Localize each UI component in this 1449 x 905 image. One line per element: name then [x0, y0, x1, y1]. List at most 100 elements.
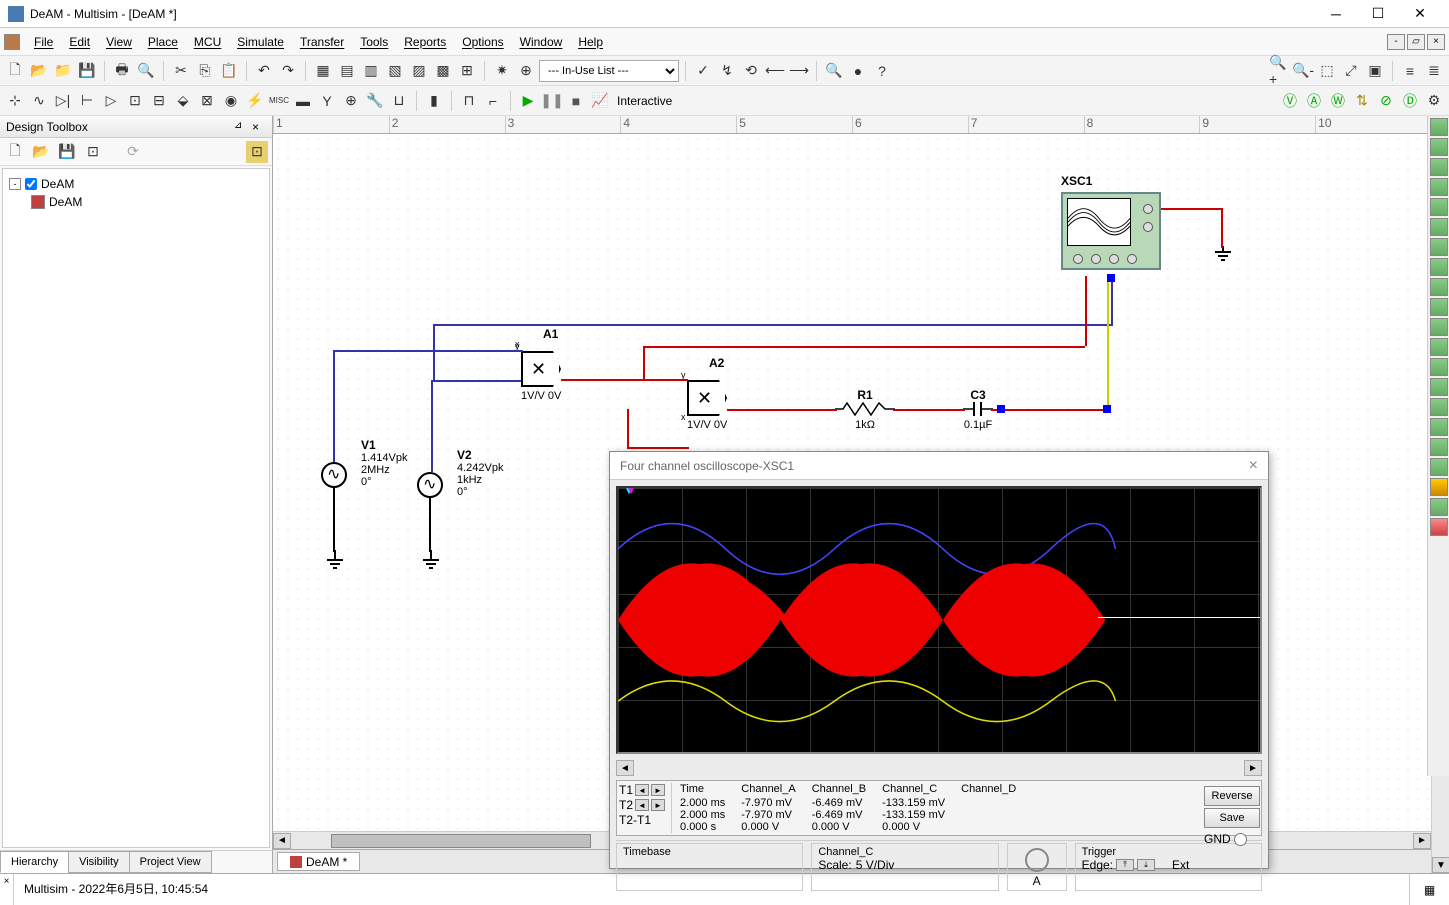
scope-screen[interactable]: ▼ ▼	[616, 486, 1262, 754]
log-nav-button[interactable]: ▦	[1409, 874, 1449, 905]
component-a1[interactable]: A1 y x 1V/V 0V	[521, 327, 561, 402]
menu-view[interactable]: View	[98, 31, 140, 53]
menu-help[interactable]: Help	[570, 31, 611, 53]
toggle-view3-button[interactable]: ▨	[408, 60, 430, 82]
menu-simulate[interactable]: Simulate	[229, 31, 292, 53]
toggle-breadboard-button[interactable]: ⊞	[456, 60, 478, 82]
instrument-agilent-scope-icon[interactable]	[1430, 438, 1448, 456]
list-b-button[interactable]: ≣	[1423, 60, 1445, 82]
instrument-4ch-scope-icon[interactable]	[1430, 198, 1448, 216]
component-r1[interactable]: R1 1kΩ	[835, 388, 895, 431]
run-simulation-button[interactable]: ▶	[517, 90, 539, 112]
tab-visibility[interactable]: Visibility	[68, 851, 130, 873]
toggle-view4-button[interactable]: ▩	[432, 60, 454, 82]
menu-transfer[interactable]: Transfer	[292, 31, 352, 53]
scope-close-button[interactable]: ×	[1249, 457, 1258, 475]
netlist-button[interactable]: ↯	[716, 60, 738, 82]
t1-left-button[interactable]: ◄	[635, 784, 649, 796]
tree-root-item[interactable]: - DeAM	[9, 175, 263, 193]
design-tree[interactable]: - DeAM DeAM	[2, 168, 270, 848]
scope-scroll-right-button[interactable]: ►	[1244, 760, 1262, 776]
component-c3[interactable]: C3 0.1µF	[963, 388, 993, 431]
instrument-network-icon[interactable]	[1430, 378, 1448, 396]
instrument-logic-analyzer-icon[interactable]	[1430, 278, 1448, 296]
place-misc-digital-button[interactable]: ⬙	[172, 90, 194, 112]
minimize-button[interactable]: ─	[1315, 0, 1357, 28]
wire-v1-gnd[interactable]	[333, 488, 335, 552]
instrument-spectrum-icon[interactable]	[1430, 358, 1448, 376]
cut-button[interactable]: ✂	[170, 60, 192, 82]
print-preview-button[interactable]: 🔍	[135, 60, 157, 82]
wire-a1-out[interactable]	[561, 379, 644, 381]
probe-button[interactable]: ●	[847, 60, 869, 82]
scroll-down-button[interactable]: ▼	[1432, 857, 1449, 873]
scope-save-button[interactable]: Save	[1204, 808, 1260, 828]
redo-button[interactable]: ↷	[277, 60, 299, 82]
menu-edit[interactable]: Edit	[61, 31, 98, 53]
zoom-in-button[interactable]: 🔍+	[1268, 60, 1290, 82]
wire-v2-gnd[interactable]	[429, 498, 431, 552]
place-indicator-button[interactable]: ◉	[220, 90, 242, 112]
fullscreen-button[interactable]: ▣	[1364, 60, 1386, 82]
place-mixed-button[interactable]: ⊠	[196, 90, 218, 112]
probe-v-button[interactable]: Ⓥ	[1279, 90, 1301, 112]
wire-blue-xsc[interactable]	[1111, 276, 1113, 326]
maximize-button[interactable]: ☐	[1357, 0, 1399, 28]
t2-left-button[interactable]: ◄	[635, 799, 649, 811]
place-transistor-button[interactable]: ⊢	[76, 90, 98, 112]
place-ttl-button[interactable]: ⊡	[124, 90, 146, 112]
t2-right-button[interactable]: ►	[651, 799, 665, 811]
scope-titlebar[interactable]: Four channel oscilloscope-XSC1 ×	[610, 452, 1268, 480]
zoom-area-button[interactable]: ⬚	[1316, 60, 1338, 82]
mdi-close-button[interactable]: ×	[1427, 34, 1445, 50]
instrument-wordgen-icon[interactable]	[1430, 258, 1448, 276]
tab-hierarchy[interactable]: Hierarchy	[0, 851, 69, 873]
gnd-radio[interactable]	[1234, 833, 1247, 846]
wire-v1-up[interactable]	[333, 350, 335, 462]
zoom-out-button[interactable]: 🔍-	[1292, 60, 1314, 82]
wire-blue-h1[interactable]	[433, 324, 1111, 326]
toggle-view2-button[interactable]: ▧	[384, 60, 406, 82]
database-button[interactable]: ⊕	[515, 60, 537, 82]
edge-falling-button[interactable]: ⤓	[1137, 859, 1155, 871]
menu-options[interactable]: Options	[454, 31, 511, 53]
wire-a2-r1[interactable]	[727, 409, 837, 411]
tree-root-checkbox[interactable]	[25, 178, 37, 190]
instrument-funcgen-icon[interactable]	[1430, 138, 1448, 156]
instrument-bode-icon[interactable]	[1430, 218, 1448, 236]
wire-v2-up[interactable]	[431, 380, 433, 472]
probe-d-button[interactable]: Ⓓ	[1399, 90, 1421, 112]
place-bus-button[interactable]: ⌐	[482, 90, 504, 112]
instrument-freq-counter-icon[interactable]	[1430, 238, 1448, 256]
place-basic-button[interactable]: ∿	[28, 90, 50, 112]
place-connector-button[interactable]: ⊔	[388, 90, 410, 112]
toolbox-new-button[interactable]: 🗋	[4, 141, 26, 163]
instrument-distortion-icon[interactable]	[1430, 338, 1448, 356]
place-diode-button[interactable]: ▷|	[52, 90, 74, 112]
backward-button[interactable]: ⟵	[764, 60, 786, 82]
wire-a2-x-down[interactable]	[627, 409, 629, 449]
toolbox-rename-button[interactable]: ⊡	[82, 141, 104, 163]
place-rf-button[interactable]: Y	[316, 90, 338, 112]
wire-red-xsc[interactable]	[1085, 276, 1087, 346]
instrument-agilent-mm-icon[interactable]	[1430, 418, 1448, 436]
reverse-button[interactable]: Reverse	[1204, 786, 1260, 806]
toolbox-save-button[interactable]: 💾	[56, 141, 78, 163]
tree-child-item[interactable]: DeAM	[9, 193, 263, 211]
menu-place[interactable]: Place	[140, 31, 186, 53]
forward-button[interactable]: ⟶	[788, 60, 810, 82]
edge-rising-button[interactable]: ⤒	[1116, 859, 1134, 871]
probe-a-button[interactable]: Ⓐ	[1303, 90, 1325, 112]
toolbox-options-button[interactable]: ⊡	[246, 141, 268, 163]
toggle-toolbox-button[interactable]: ▦	[312, 60, 334, 82]
list-a-button[interactable]: ≡	[1399, 60, 1421, 82]
place-mcu-button[interactable]: ▮	[423, 90, 445, 112]
place-ni-button[interactable]: 🔧	[364, 90, 386, 112]
open-file-button[interactable]: 📂	[28, 60, 50, 82]
net-node-blue-3[interactable]	[1107, 274, 1115, 282]
stop-simulation-button[interactable]: ■	[565, 90, 587, 112]
net-node-blue-2[interactable]	[1103, 405, 1111, 413]
wire-a2-yin[interactable]	[643, 379, 688, 381]
undo-button[interactable]: ↶	[253, 60, 275, 82]
log-close-button[interactable]: ×	[0, 874, 14, 905]
